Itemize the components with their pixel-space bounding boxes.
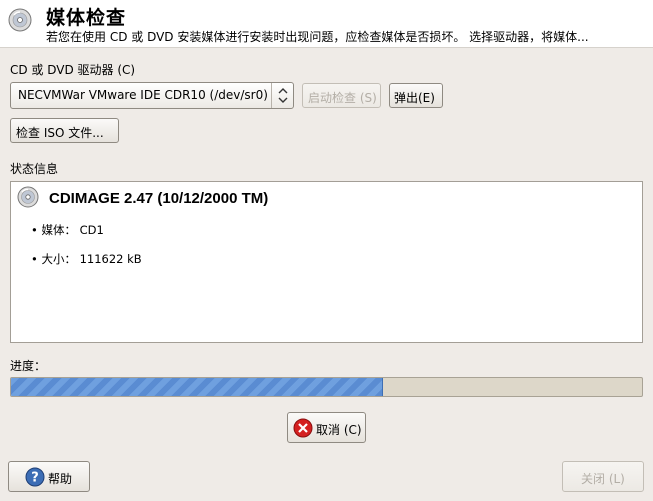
- drive-label: CD 或 DVD 驱动器 (C): [10, 63, 136, 77]
- drive-select-value: NECVMWar VMware IDE CDR10 (/dev/sr0): [18, 88, 268, 102]
- progress-label: 进度：: [10, 359, 47, 373]
- close-label: 关闭 (L): [581, 472, 625, 486]
- cancel-icon: [293, 418, 313, 438]
- help-label: 帮助: [48, 472, 73, 486]
- eject-label: 弹出(E): [394, 91, 435, 105]
- updown-arrows-icon: [271, 83, 293, 108]
- media-info: • 媒体： CD1: [31, 223, 104, 237]
- progress-bar: [10, 377, 643, 397]
- header-banner: 媒体检查 若您在使用 CD 或 DVD 安装媒体进行安装时出现问题，应检查媒体是…: [0, 0, 653, 48]
- status-label: 状态信息: [10, 162, 59, 176]
- svg-text:?: ?: [31, 471, 39, 486]
- status-info-box: CDIMAGE 2.47 (10/12/2000 TM) • 媒体： CD1 •…: [10, 181, 643, 343]
- close-button[interactable]: 关闭 (L): [562, 461, 644, 492]
- start-check-button[interactable]: 启动检查 (S): [302, 83, 381, 108]
- start-check-label: 启动检查 (S): [308, 91, 377, 105]
- page-subtitle: 若您在使用 CD 或 DVD 安装媒体进行安装时出现问题，应检查媒体是否损坏。 …: [46, 30, 589, 44]
- size-info: • 大小： 111622 kB: [31, 252, 142, 266]
- cancel-label: 取消 (C): [316, 423, 362, 437]
- progress-fill: [11, 378, 384, 396]
- cd-icon: [17, 186, 39, 208]
- cd-icon: [8, 8, 32, 32]
- eject-button[interactable]: 弹出(E): [389, 83, 443, 108]
- page-title: 媒体检查: [46, 7, 127, 29]
- check-iso-button[interactable]: 检查 ISO 文件...: [10, 118, 119, 143]
- help-button[interactable]: ? 帮助: [8, 461, 90, 492]
- help-icon: ?: [25, 467, 45, 487]
- check-iso-label: 检查 ISO 文件...: [16, 126, 104, 140]
- cd-image-title: CDIMAGE 2.47 (10/12/2000 TM): [49, 190, 269, 207]
- drive-select[interactable]: NECVMWar VMware IDE CDR10 (/dev/sr0): [10, 82, 294, 109]
- cancel-button[interactable]: 取消 (C): [287, 412, 366, 443]
